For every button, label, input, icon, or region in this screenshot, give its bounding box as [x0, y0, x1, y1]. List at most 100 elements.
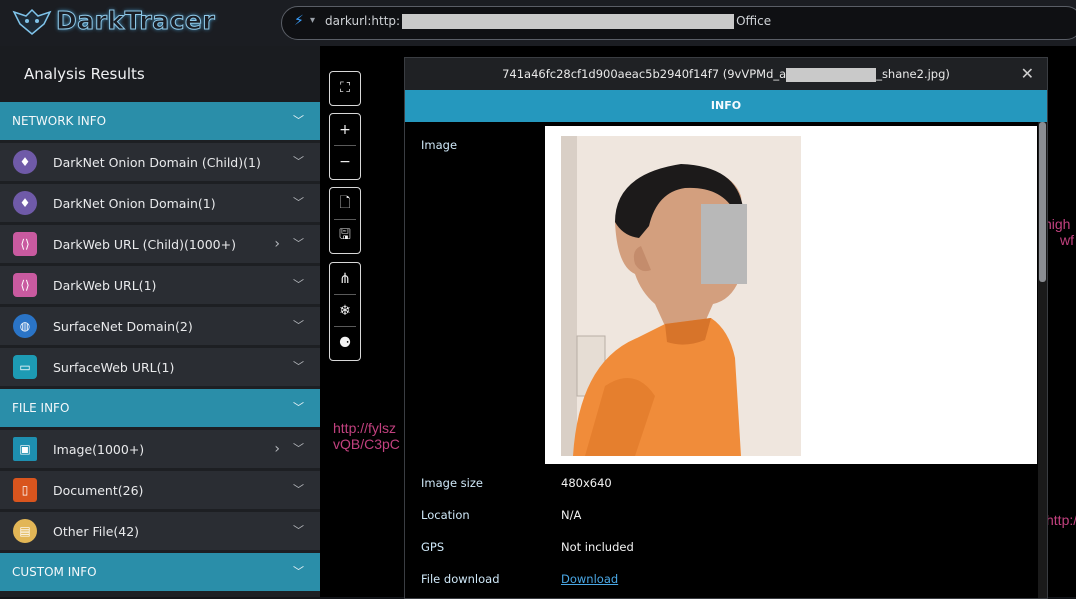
redaction-bar [786, 67, 877, 82]
section-network-info[interactable]: NETWORK INFO ﹀ [0, 102, 320, 140]
chevron-down-icon: ﹀ [293, 401, 304, 414]
sidebar-item-other-file[interactable]: ▤ Other File(42) ﹀ [0, 512, 320, 550]
graph-node-url-3[interactable]: http:// [1046, 512, 1076, 528]
download-link[interactable]: Download [561, 572, 618, 586]
toolbar-group-fit: ⛶ [329, 71, 361, 106]
image-icon: ▣ [13, 437, 37, 461]
graph-node-text: vQB/C3pC [333, 436, 400, 452]
graph-node-text: http://fylsz [333, 420, 397, 436]
search-input[interactable]: darkurl:http: Office [325, 14, 771, 29]
sidebar-item-darkweb-url-child[interactable]: ⟨⟩ DarkWeb URL (Child)(1000+) › ﹀ [0, 225, 320, 263]
onion-icon: ♦ [13, 150, 37, 174]
snowflake-icon[interactable]: ❄ [330, 295, 360, 326]
chevron-down-icon[interactable]: ﹀ [293, 471, 304, 509]
save-icon[interactable]: 🖫 [330, 220, 360, 251]
cluster-icon[interactable]: ⚈ [330, 327, 360, 358]
sidebar-item-darkweb-url[interactable]: ⟨⟩ DarkWeb URL(1) ﹀ [0, 266, 320, 304]
sidebar-item-label: Image(1000+) [53, 441, 145, 457]
sidebar-item-label: DarkWeb URL(1) [53, 277, 157, 293]
scrollbar-thumb[interactable] [1039, 122, 1046, 282]
search-bar[interactable]: ⚡ ▾ darkurl:http: Office [281, 6, 1076, 40]
toolbar-group-zoom: + − [329, 113, 361, 180]
browser-window-icon: ▭ [13, 355, 37, 379]
chevron-down-icon[interactable]: ﹀ [293, 266, 304, 304]
modal-title-prefix: 741a46fc28cf1d900aeac5b2940f14f7 (9vVPMd… [502, 67, 787, 81]
chevron-down-icon[interactable]: ﹀ [293, 307, 304, 345]
chevron-down-icon[interactable]: ﹀ [293, 143, 304, 181]
fullscreen-icon[interactable]: ⛶ [330, 72, 360, 103]
section-label: CUSTOM INFO [12, 565, 97, 579]
sidebar-title: Analysis Results [0, 46, 320, 102]
gps-label: GPS [421, 540, 445, 554]
app-logo[interactable]: DarkTracer [12, 6, 215, 36]
sidebar-item-document[interactable]: ▯ Document(26) ﹀ [0, 471, 320, 509]
graph-node-url-2[interactable]: high wf [1044, 216, 1074, 248]
toolbar-group-layout: ⋔ ❄ ⚈ [329, 262, 361, 361]
location-label: Location [421, 508, 470, 522]
close-icon[interactable]: ✕ [1021, 58, 1034, 90]
person-photo [561, 136, 801, 456]
sidebar-item-image[interactable]: ▣ Image(1000+) › ﹀ [0, 430, 320, 468]
chevron-right-icon[interactable]: › [274, 430, 280, 468]
bolt-icon[interactable]: ⚡ [294, 13, 304, 29]
image-size-label: Image size [421, 476, 483, 490]
graph-node-text: high [1044, 216, 1071, 232]
globe-icon: ◍ [13, 314, 37, 338]
sidebar-item-label: DarkNet Onion Domain(1) [53, 195, 216, 211]
search-query-prefix: darkurl:http: [325, 14, 401, 28]
gps-value: Not included [561, 540, 634, 554]
zoom-in-icon[interactable]: + [330, 114, 360, 145]
hierarchy-icon[interactable]: ⋔ [330, 263, 360, 294]
chevron-right-icon[interactable]: › [274, 225, 280, 263]
redaction-bar [402, 14, 735, 29]
toolbar-group-file: 🗋 🖫 [329, 187, 361, 254]
section-file-info[interactable]: FILE INFO ﹀ [0, 389, 320, 427]
web-code-icon: ⟨⟩ [13, 232, 37, 256]
sidebar-item-darknet-onion-domain-child[interactable]: ♦ DarkNet Onion Domain (Child)(1) ﹀ [0, 143, 320, 181]
sidebar: Analysis Results NETWORK INFO ﹀ ♦ DarkNe… [0, 46, 320, 597]
section-label: FILE INFO [12, 401, 70, 415]
sidebar-item-surfaceweb-url[interactable]: ▭ SurfaceWeb URL(1) ﹀ [0, 348, 320, 386]
sidebar-item-label: SurfaceWeb URL(1) [53, 359, 175, 375]
chevron-down-icon[interactable]: ﹀ [293, 430, 304, 468]
logo-icon [12, 8, 52, 35]
search-query-suffix: Office [736, 14, 772, 28]
file-icon: ▤ [13, 519, 37, 543]
chevron-down-icon[interactable]: ﹀ [293, 184, 304, 222]
chevron-down-icon: ﹀ [293, 565, 304, 578]
modal-header: 741a46fc28cf1d900aeac5b2940f14f7 (9vVPMd… [405, 58, 1047, 90]
tab-info[interactable]: INFO [405, 90, 1047, 122]
graph-node-text: http:// [1046, 512, 1076, 528]
chevron-down-icon[interactable]: ﹀ [293, 348, 304, 386]
file-download-label: File download [421, 572, 500, 586]
section-label: NETWORK INFO [12, 114, 107, 128]
app-name: DarkTracer [55, 6, 216, 36]
web-code-icon: ⟨⟩ [13, 273, 37, 297]
chevron-down-icon[interactable]: ▾ [310, 15, 315, 26]
chevron-down-icon[interactable]: ﹀ [293, 512, 304, 550]
document-icon: ▯ [13, 478, 37, 502]
zoom-out-icon[interactable]: − [330, 146, 360, 177]
image-preview [545, 126, 1037, 464]
document-icon[interactable]: 🗋 [330, 188, 360, 219]
sidebar-item-label: Other File(42) [53, 523, 140, 539]
chevron-down-icon: ﹀ [293, 114, 304, 127]
section-custom-info[interactable]: CUSTOM INFO ﹀ [0, 553, 320, 591]
sidebar-item-label: DarkWeb URL (Child)(1000+) [53, 236, 236, 252]
image-size-value: 480x640 [561, 476, 612, 490]
chevron-down-icon[interactable]: ﹀ [293, 225, 304, 263]
top-bar: DarkTracer ⚡ ▾ darkurl:http: Office [0, 0, 1076, 46]
onion-icon: ♦ [13, 191, 37, 215]
modal-scrollbar[interactable] [1038, 122, 1047, 598]
sidebar-item-label: Document(26) [53, 482, 144, 498]
modal-title-suffix: _shane2.jpg) [876, 67, 950, 81]
graph-node-url-1[interactable]: http://fylsz vQB/C3pC [333, 420, 400, 452]
modal-body: Image Image size 480x640 Location N/A GP… [405, 122, 1037, 598]
sidebar-item-surfacenet-domain[interactable]: ◍ SurfaceNet Domain(2) ﹀ [0, 307, 320, 345]
image-label: Image [421, 138, 458, 152]
sidebar-item-label: DarkNet Onion Domain (Child)(1) [53, 154, 261, 170]
file-info-modal: 741a46fc28cf1d900aeac5b2940f14f7 (9vVPMd… [404, 57, 1048, 599]
graph-node-text: wf [1060, 232, 1074, 248]
location-value: N/A [561, 508, 582, 522]
sidebar-item-darknet-onion-domain[interactable]: ♦ DarkNet Onion Domain(1) ﹀ [0, 184, 320, 222]
